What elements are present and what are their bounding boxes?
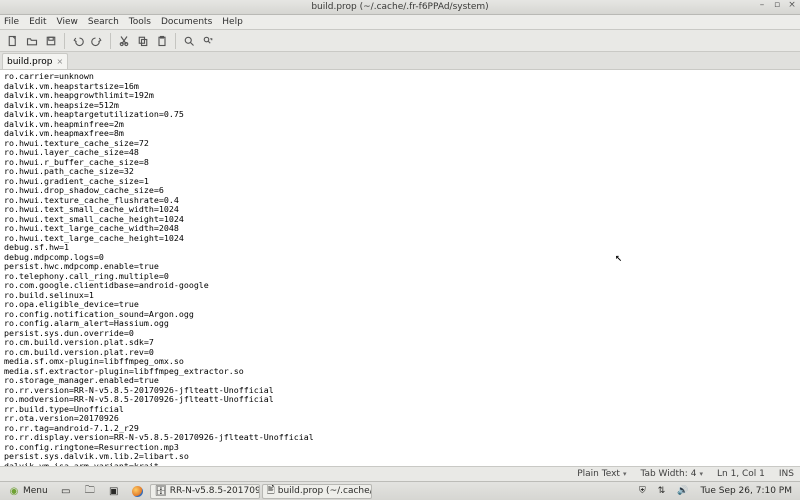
mouse-cursor-icon: ↖	[615, 253, 622, 263]
tab-buildprop[interactable]: build.prop ×	[2, 53, 68, 69]
cut-button[interactable]	[115, 32, 133, 50]
tabbar: build.prop ×	[0, 52, 800, 70]
terminal-icon: ▣	[108, 485, 120, 497]
start-menu-button[interactable]: ◉Menu	[3, 484, 53, 499]
toolbar-separator	[64, 33, 65, 49]
copy-button[interactable]	[134, 32, 152, 50]
tray-shield-icon[interactable]: ⛨	[634, 484, 651, 499]
tab-close-icon[interactable]: ×	[56, 57, 63, 66]
text-file-icon: 🖹	[267, 485, 275, 497]
save-button[interactable]	[42, 32, 60, 50]
maximize-button[interactable]: ▫	[771, 1, 783, 11]
minimize-button[interactable]: –	[756, 1, 768, 11]
close-button[interactable]: ×	[786, 1, 798, 11]
tray-clock[interactable]: Tue Sep 26, 7:10 PM	[696, 484, 798, 499]
chevron-down-icon: ▾	[623, 470, 627, 478]
replace-button[interactable]	[199, 32, 217, 50]
redo-button[interactable]	[88, 32, 106, 50]
chevron-down-icon: ▾	[699, 470, 703, 478]
menu-help[interactable]: Help	[222, 17, 243, 27]
menu-edit[interactable]: Edit	[29, 17, 46, 27]
paste-button[interactable]	[153, 32, 171, 50]
show-desktop-button[interactable]: ▭	[55, 484, 77, 499]
toolbar	[0, 30, 800, 52]
undo-button[interactable]	[69, 32, 87, 50]
taskbar-item-editor[interactable]: 🖹build.prop (~/.cache/.f...	[262, 484, 372, 499]
terminal-launcher[interactable]: ▣	[103, 484, 125, 499]
taskbar: ◉Menu ▭ 🗀 ▣ 🗄RR-N-v5.8.5-2017092... 🖹bui…	[0, 481, 800, 500]
tray-network-icon[interactable]: ⇅	[653, 484, 671, 499]
firefox-launcher[interactable]	[127, 484, 148, 499]
mint-logo-icon: ◉	[8, 485, 20, 497]
menu-tools[interactable]: Tools	[129, 17, 151, 27]
tab-label: build.prop	[7, 57, 52, 67]
app-window: build.prop (~/.cache/.fr-f6PPAd/system) …	[0, 0, 800, 500]
window-controls: – ▫ ×	[756, 1, 798, 11]
cursor-position: Ln 1, Col 1	[717, 469, 765, 479]
syntax-mode-selector[interactable]: Plain Text▾	[577, 469, 626, 479]
insert-mode[interactable]: INS	[779, 469, 794, 479]
toolbar-separator	[110, 33, 111, 49]
archive-icon: 🗄	[155, 485, 167, 497]
new-file-button[interactable]	[4, 32, 22, 50]
search-button[interactable]	[180, 32, 198, 50]
firefox-icon	[132, 486, 143, 497]
desktop-icon: ▭	[60, 485, 72, 497]
file-manager-launcher[interactable]: 🗀	[79, 484, 101, 499]
titlebar[interactable]: build.prop (~/.cache/.fr-f6PPAd/system) …	[0, 0, 800, 15]
folder-icon: 🗀	[84, 485, 96, 497]
statusbar: Plain Text▾ Tab Width: 4▾ Ln 1, Col 1 IN…	[0, 466, 800, 481]
menubar: File Edit View Search Tools Documents He…	[0, 15, 800, 30]
menu-search[interactable]: Search	[88, 17, 119, 27]
menu-documents[interactable]: Documents	[161, 17, 212, 27]
open-file-button[interactable]	[23, 32, 41, 50]
toolbar-separator	[175, 33, 176, 49]
tray-volume-icon[interactable]: 🔊	[672, 484, 693, 499]
window-title: build.prop (~/.cache/.fr-f6PPAd/system)	[0, 2, 800, 12]
menu-view[interactable]: View	[57, 17, 78, 27]
text-editor[interactable]: ro.carrier=unknown dalvik.vm.heapstartsi…	[0, 70, 800, 466]
menu-file[interactable]: File	[4, 17, 19, 27]
taskbar-item-archive[interactable]: 🗄RR-N-v5.8.5-2017092...	[150, 484, 260, 499]
tab-width-selector[interactable]: Tab Width: 4▾	[640, 469, 703, 479]
